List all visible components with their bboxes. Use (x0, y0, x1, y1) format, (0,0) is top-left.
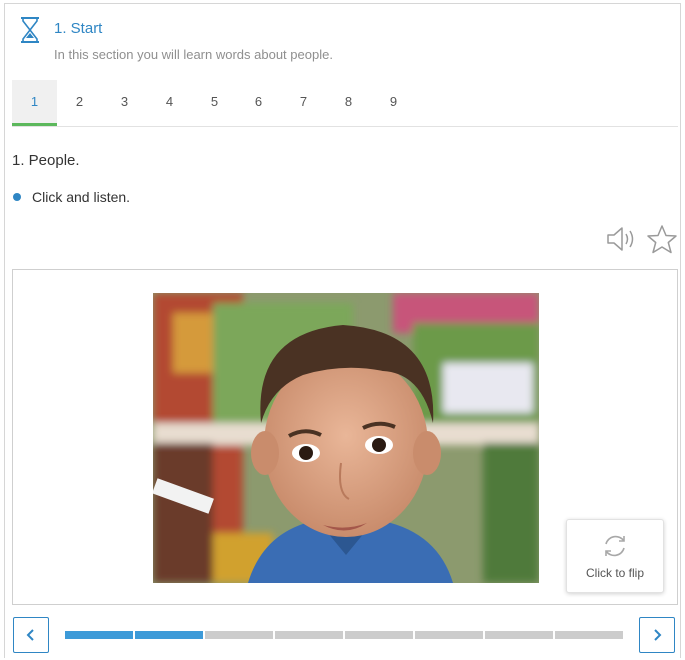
progress-segment (485, 631, 553, 639)
bullet-dot (13, 193, 21, 201)
next-button[interactable] (639, 617, 675, 653)
step-tabs: 1 2 3 4 5 6 7 8 9 (12, 80, 678, 127)
flashcard[interactable]: Click to flip (12, 269, 678, 605)
tab-4[interactable]: 4 (147, 80, 192, 124)
hourglass-icon (21, 17, 39, 43)
boy-photo (153, 293, 539, 583)
page-subtitle: In this section you will learn words abo… (54, 47, 333, 62)
tab-3[interactable]: 3 (102, 80, 147, 124)
refresh-icon (605, 535, 625, 557)
page-title: 1. Start (54, 20, 103, 37)
progress-bar (65, 631, 625, 639)
flip-label: Click to flip (585, 566, 644, 580)
progress-segment (135, 631, 203, 639)
tab-9[interactable]: 9 (371, 80, 416, 124)
progress-segment (205, 631, 273, 639)
progress-segment (415, 631, 483, 639)
progress-segment (65, 631, 133, 639)
flip-button[interactable]: Click to flip (566, 519, 664, 593)
chevron-left-icon (26, 629, 34, 641)
instruction-text: Click and listen. (32, 189, 131, 205)
tab-6[interactable]: 6 (236, 80, 281, 124)
previous-button[interactable] (13, 617, 49, 653)
tab-7[interactable]: 7 (281, 80, 326, 124)
progress-segment (345, 631, 413, 639)
progress-segment (275, 631, 343, 639)
chevron-right-icon (654, 629, 662, 641)
tab-8[interactable]: 8 (326, 80, 371, 124)
section-heading: 1. People. (12, 152, 80, 169)
tab-5[interactable]: 5 (192, 80, 237, 124)
tab-1[interactable]: 1 (12, 80, 57, 126)
speaker-icon[interactable] (606, 225, 638, 253)
star-icon[interactable] (646, 224, 678, 254)
tab-2[interactable]: 2 (57, 80, 102, 124)
progress-segment (555, 631, 623, 639)
